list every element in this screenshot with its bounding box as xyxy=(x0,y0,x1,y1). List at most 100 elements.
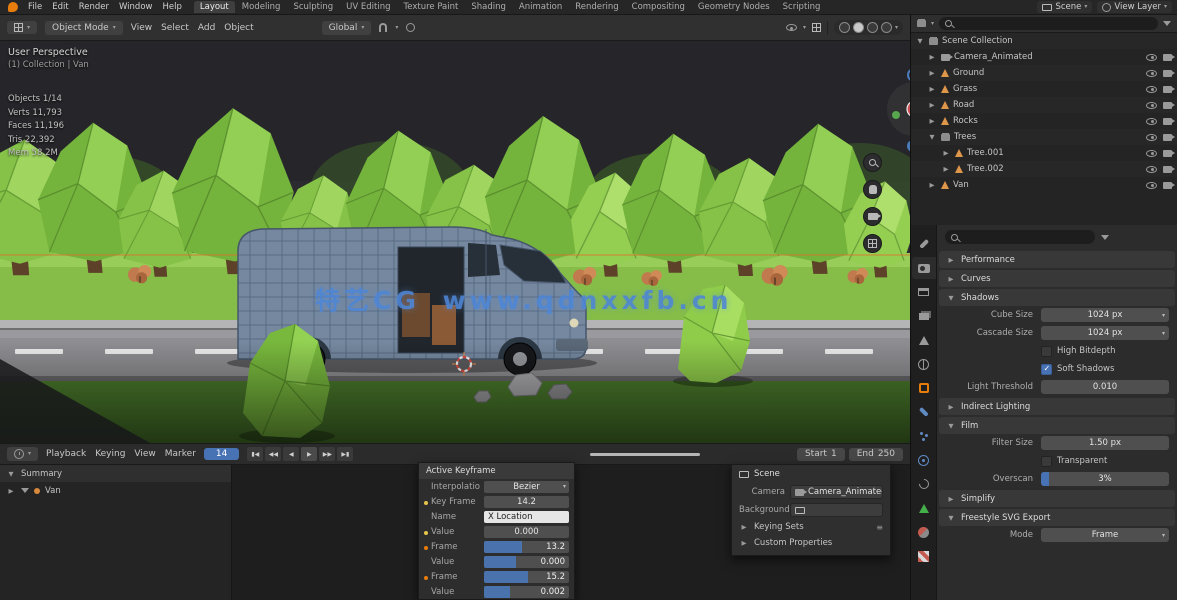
xray-toggle-icon[interactable] xyxy=(812,23,821,32)
3d-viewport[interactable]: User Perspective (1) Collection | Van Ob… xyxy=(0,41,910,443)
menu-object[interactable]: Object xyxy=(224,23,253,33)
tab-object-data[interactable] xyxy=(912,497,936,519)
play-reverse-button[interactable]: ◀ xyxy=(283,447,299,461)
tab-layout[interactable]: Layout xyxy=(194,1,235,13)
eye-icon[interactable] xyxy=(1146,86,1157,93)
blender-logo-icon[interactable] xyxy=(8,2,18,12)
current-frame-field[interactable]: 14 xyxy=(204,448,239,460)
scene-selector[interactable]: Scene▾ xyxy=(1037,1,1092,13)
menu-playback[interactable]: Playback xyxy=(46,449,86,459)
frame-slider[interactable]: 15.2 xyxy=(484,571,569,583)
filter-size-field[interactable]: 1.50 px xyxy=(1041,436,1169,450)
interpolation-dropdown[interactable]: Bezier xyxy=(484,481,569,493)
chevron-down-icon[interactable]: ▾ xyxy=(395,25,398,31)
panel-title[interactable]: Active Keyframe xyxy=(419,463,574,479)
material-shading-icon[interactable] xyxy=(867,22,878,33)
soft-shadows-checkbox[interactable] xyxy=(1041,364,1052,375)
menu-select[interactable]: Select xyxy=(161,23,189,33)
tab-texture-paint[interactable]: Texture Paint xyxy=(398,1,465,13)
menu-render[interactable]: Render xyxy=(79,2,109,12)
value-slider[interactable]: 0.000 xyxy=(484,556,569,568)
tab-tool[interactable] xyxy=(912,233,936,255)
channel-summary[interactable]: ▼ Summary xyxy=(0,465,231,482)
filter-icon[interactable] xyxy=(21,488,29,493)
overscan-slider[interactable]: 3% xyxy=(1041,472,1169,486)
value-slider[interactable]: 0.002 xyxy=(484,586,569,598)
wireframe-shading-icon[interactable] xyxy=(839,22,850,33)
svg-mode-dropdown[interactable]: Frame xyxy=(1041,528,1169,542)
key-frame-field[interactable]: 14.2 xyxy=(484,496,569,508)
menu-file[interactable]: File xyxy=(28,2,42,12)
filter-icon[interactable] xyxy=(1101,235,1109,240)
menu-view[interactable]: View xyxy=(131,23,152,33)
chevron-down-icon[interactable]: ▾ xyxy=(895,25,898,31)
properties-search-input[interactable] xyxy=(945,230,1095,244)
outliner-row-scene-collection[interactable]: ▼Scene Collection xyxy=(911,33,1177,49)
tab-animation[interactable]: Animation xyxy=(513,1,568,13)
render-visibility-icon[interactable] xyxy=(1163,118,1172,125)
view-layer-selector[interactable]: View Layer▾ xyxy=(1097,1,1172,13)
tab-rendering[interactable]: Rendering xyxy=(569,1,624,13)
outliner-row-road[interactable]: ▶Road xyxy=(911,97,1177,113)
outliner-row-tree-001[interactable]: ▶Tree.001 xyxy=(911,145,1177,161)
frame-end-field[interactable]: End250 xyxy=(849,448,903,461)
render-visibility-icon[interactable] xyxy=(1163,86,1172,93)
outliner-row-van[interactable]: ▶Van xyxy=(911,177,1177,193)
proportional-editing-icon[interactable] xyxy=(406,23,415,32)
tab-scene[interactable] xyxy=(912,329,936,351)
timeline-scrollbar[interactable] xyxy=(590,453,700,456)
filter-icon[interactable] xyxy=(1163,21,1171,26)
eye-icon[interactable] xyxy=(1146,166,1157,173)
transparent-checkbox[interactable] xyxy=(1041,456,1052,467)
section-indirect-lighting[interactable]: ▶Indirect Lighting xyxy=(939,398,1175,415)
triangle-right-icon[interactable]: ▶ xyxy=(6,487,16,495)
menu-edit[interactable]: Edit xyxy=(52,2,68,12)
outliner-row-tree-002[interactable]: ▶Tree.002 xyxy=(911,161,1177,177)
outliner-row-ground[interactable]: ▶Ground xyxy=(911,65,1177,81)
menu-marker[interactable]: Marker xyxy=(165,449,196,459)
tab-particles[interactable] xyxy=(912,425,936,447)
cube-size-dropdown[interactable]: 1024 px xyxy=(1041,308,1169,322)
tab-output[interactable] xyxy=(912,281,936,303)
section-film[interactable]: ▼Film xyxy=(939,417,1175,434)
chevron-down-icon[interactable]: ▾ xyxy=(803,25,806,31)
camera-object-field[interactable]: Camera_Animated xyxy=(790,485,883,499)
section-custom-properties[interactable]: ▶Custom Properties xyxy=(732,535,890,551)
jump-to-start-button[interactable]: ▮◀ xyxy=(247,447,263,461)
outliner-row-grass[interactable]: ▶Grass xyxy=(911,81,1177,97)
solid-shading-icon[interactable] xyxy=(853,22,864,33)
transform-orientation-dropdown[interactable]: Global▾ xyxy=(322,21,372,35)
tab-view-layer[interactable] xyxy=(912,305,936,327)
next-keyframe-button[interactable]: ▶▶ xyxy=(319,447,335,461)
menu-window[interactable]: Window xyxy=(119,2,153,12)
triangle-down-icon[interactable]: ▼ xyxy=(6,470,16,478)
tab-physics[interactable] xyxy=(912,449,936,471)
tab-render[interactable] xyxy=(912,257,936,279)
menu-keying[interactable]: Keying xyxy=(95,449,125,459)
render-visibility-icon[interactable] xyxy=(1163,102,1172,109)
section-shadows[interactable]: ▼Shadows xyxy=(939,289,1175,306)
tab-uv-editing[interactable]: UV Editing xyxy=(340,1,396,13)
camera-view-button[interactable] xyxy=(863,207,882,226)
outliner-row-rocks[interactable]: ▶Rocks xyxy=(911,113,1177,129)
tab-sculpting[interactable]: Sculpting xyxy=(287,1,339,13)
tab-scripting[interactable]: Scripting xyxy=(777,1,827,13)
section-simplify[interactable]: ▶Simplify xyxy=(939,490,1175,507)
render-visibility-icon[interactable] xyxy=(1163,54,1172,61)
section-keying-sets[interactable]: ▶Keying Sets≡ xyxy=(732,519,890,535)
gizmo-z-axis[interactable] xyxy=(908,69,910,81)
tab-geometry-nodes[interactable]: Geometry Nodes xyxy=(692,1,776,13)
editor-type-dropdown[interactable]: ▾ xyxy=(7,21,37,34)
section-freestyle-svg-export[interactable]: ▼Freestyle SVG Export xyxy=(939,509,1175,526)
ortho-toggle-button[interactable] xyxy=(863,234,882,253)
eye-icon[interactable] xyxy=(1146,150,1157,157)
tab-modeling[interactable]: Modeling xyxy=(236,1,287,13)
gizmo-y-axis[interactable] xyxy=(892,111,900,119)
eye-icon[interactable] xyxy=(1146,134,1157,141)
eye-icon[interactable] xyxy=(1146,118,1157,125)
tab-object[interactable] xyxy=(912,377,936,399)
section-performance[interactable]: ▶Performance xyxy=(939,251,1175,268)
eye-icon[interactable] xyxy=(1146,102,1157,109)
frame-start-field[interactable]: Start1 xyxy=(797,448,845,461)
eye-icon[interactable] xyxy=(1146,54,1157,61)
